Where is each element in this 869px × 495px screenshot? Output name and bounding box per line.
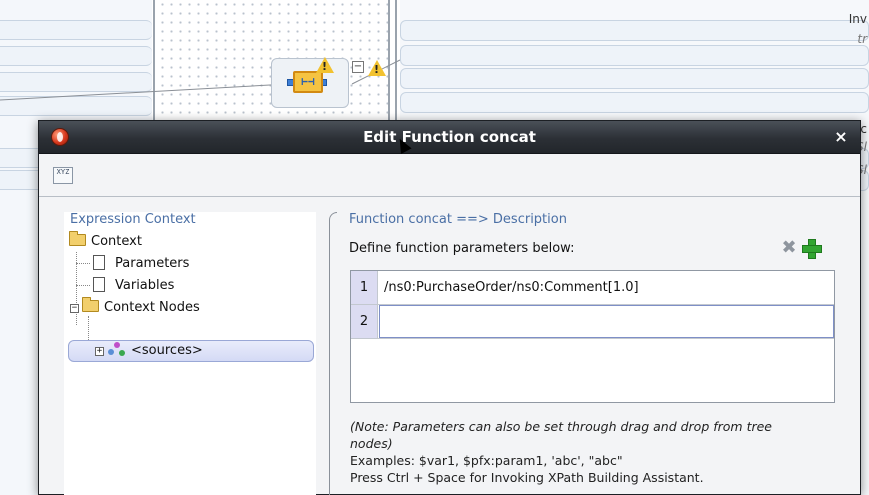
dialog-toolbar: XYZ	[39, 155, 860, 197]
warning-triangle-icon: !	[316, 57, 334, 73]
panel-splitter[interactable]	[329, 212, 337, 495]
parameter-value-input[interactable]	[379, 305, 834, 338]
expression-context-heading: Expression Context	[70, 212, 196, 227]
tree-node-label: Context	[91, 234, 142, 249]
tree-node-label: Parameters	[115, 256, 190, 271]
note-line: (Note: Parameters can also be set throug…	[350, 419, 772, 434]
delete-parameter-icon[interactable]: ✖	[780, 239, 798, 257]
tree-node-context-nodes[interactable]: − Context Nodes	[70, 297, 200, 318]
expression-context-panel: Expression Context Context Parameters Va…	[64, 212, 316, 495]
collapse-icon[interactable]: −	[352, 61, 364, 73]
function-description-heading: Function concat ==> Description	[349, 212, 567, 227]
tree-node-variables[interactable]: Variables	[93, 276, 174, 296]
tree-node-parameters[interactable]: Parameters	[93, 254, 189, 274]
note-line: nodes)	[350, 436, 393, 451]
target-tree-row[interactable]	[400, 45, 869, 66]
xpath-building-assistant-icon[interactable]: XYZ	[53, 167, 73, 184]
tree-node-label: Context Nodes	[104, 300, 200, 315]
tree-node-label: Variables	[115, 278, 175, 293]
target-tree-row[interactable]	[400, 68, 869, 89]
define-parameters-label: Define function parameters below:	[349, 241, 575, 256]
usage-note: (Note: Parameters can also be set throug…	[350, 418, 840, 486]
edit-function-dialog: Edit Function concat × XYZ Expression Co…	[38, 120, 861, 495]
table-row[interactable]: 2	[351, 305, 834, 339]
parameter-value-cell[interactable]: /ns0:PurchaseOrder/ns0:Comment[1.0]	[384, 271, 639, 304]
tree-node-sources[interactable]: + <sources>	[95, 341, 203, 361]
function-parameters-panel: Function concat ==> Description Define f…	[343, 212, 853, 495]
open-folder-icon	[69, 231, 86, 246]
dialog-title: Edit Function concat	[363, 128, 536, 146]
document-icon	[93, 277, 105, 292]
warning-triangle-icon: !	[368, 60, 386, 76]
tree-connector	[76, 263, 90, 264]
xml-source-icon	[107, 341, 126, 358]
collapse-tree-icon[interactable]: −	[70, 304, 79, 313]
target-node-label: Inv	[848, 12, 867, 26]
tree-connector	[76, 285, 90, 286]
examples-line: Examples: $var1, $pfx:param1, 'abc', "ab…	[350, 453, 623, 468]
target-tree-row[interactable]	[400, 20, 869, 41]
open-folder-icon	[82, 297, 99, 312]
function-concat-icon[interactable]: ⊢⊣	[293, 71, 323, 93]
expand-tree-icon[interactable]: +	[95, 347, 104, 356]
target-node-type: tr	[857, 32, 867, 46]
row-index: 1	[351, 271, 378, 304]
target-tree-row[interactable]	[400, 92, 869, 113]
parameters-table: 1 /ns0:PurchaseOrder/ns0:Comment[1.0] 2	[350, 270, 835, 403]
table-row[interactable]: 1 /ns0:PurchaseOrder/ns0:Comment[1.0]	[351, 271, 834, 305]
document-icon	[93, 255, 105, 270]
add-parameter-icon[interactable]	[801, 238, 822, 259]
dialog-titlebar[interactable]: Edit Function concat ×	[39, 121, 860, 154]
tree-node-label: <sources>	[131, 343, 203, 358]
tree-node-context[interactable]: Context	[69, 231, 142, 252]
hint-line: Press Ctrl + Space for Invoking XPath Bu…	[350, 470, 704, 485]
close-button[interactable]: ×	[832, 128, 850, 146]
row-index: 2	[351, 305, 378, 338]
